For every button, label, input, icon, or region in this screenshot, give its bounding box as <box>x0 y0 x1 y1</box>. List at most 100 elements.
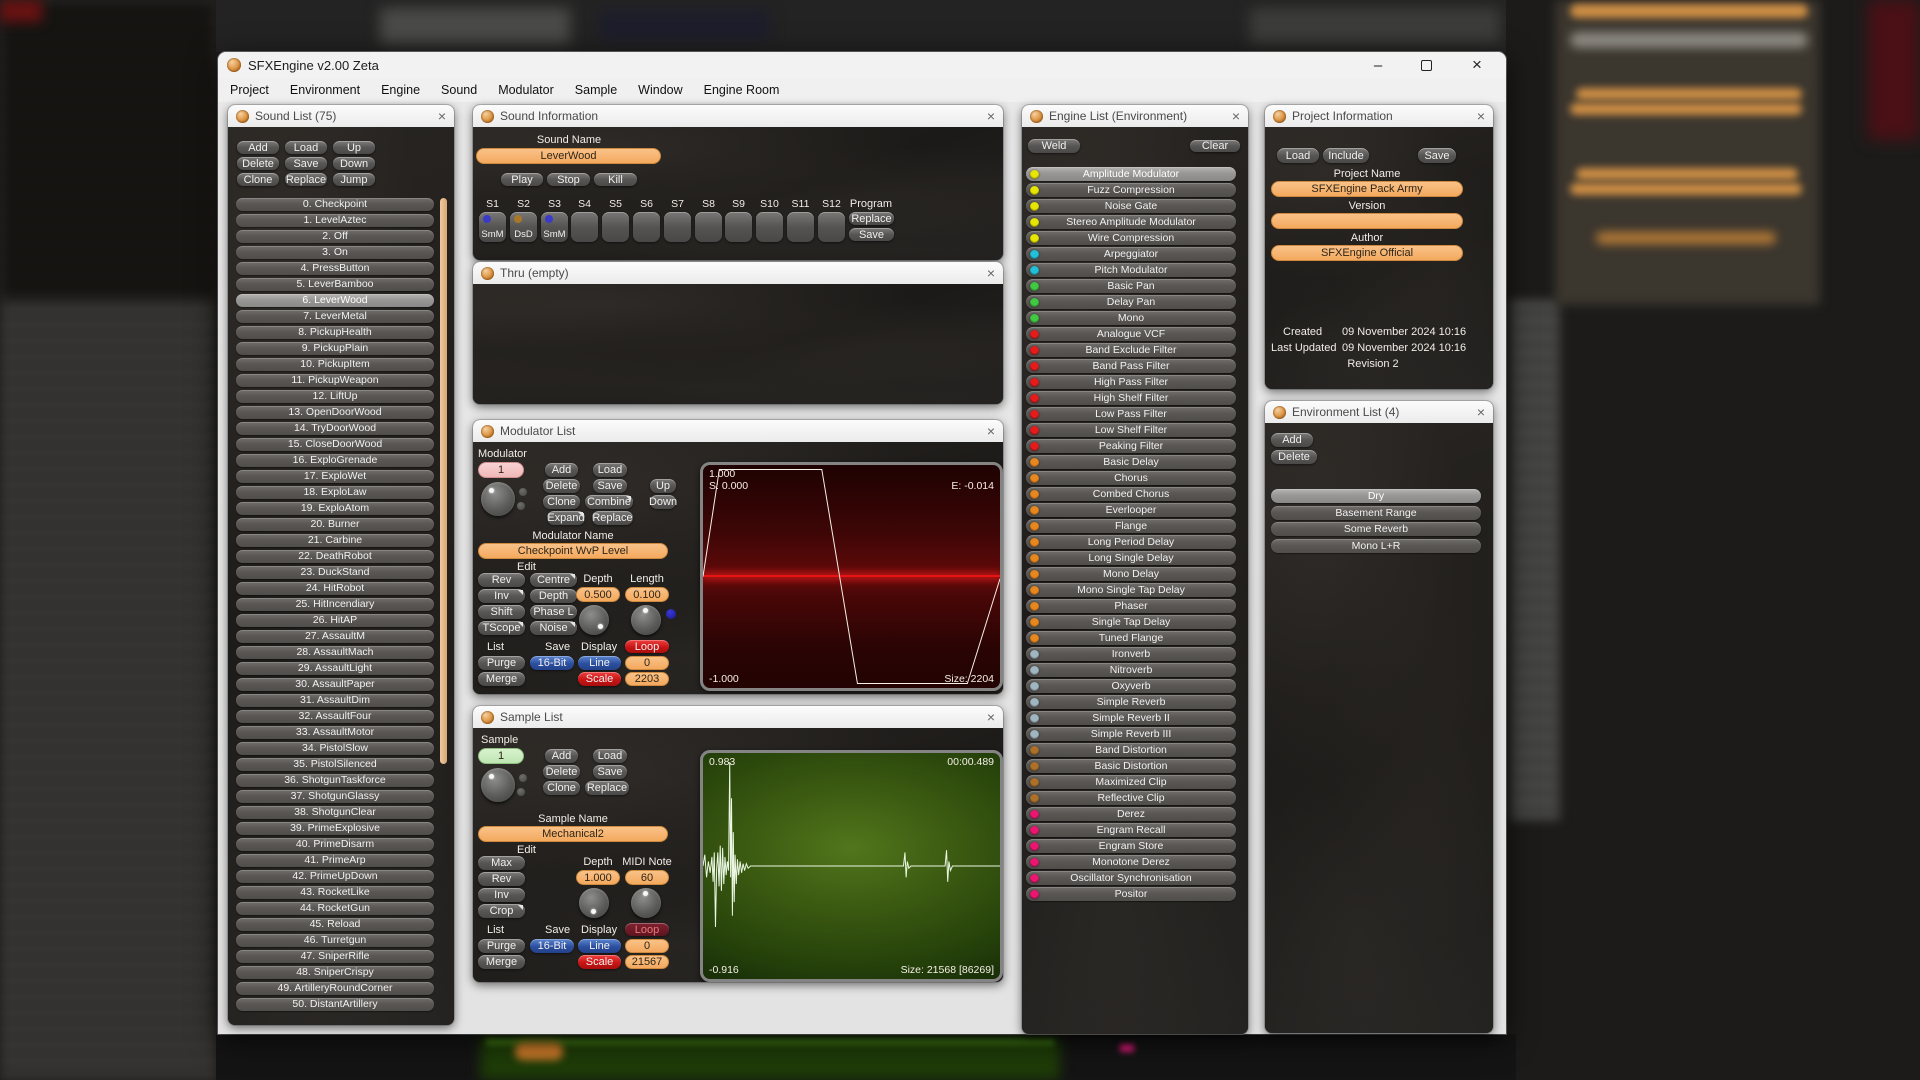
modulator-header[interactable]: Modulator List × <box>473 420 1003 442</box>
engine-item[interactable]: Simple Reverb <box>1026 695 1236 709</box>
sound-item[interactable]: 22. DeathRobot <box>236 550 434 563</box>
engine-item[interactable]: Monotone Derez <box>1026 855 1236 869</box>
sound-item[interactable]: 15. CloseDoorWood <box>236 438 434 451</box>
close-icon[interactable]: × <box>987 710 995 724</box>
sound-item[interactable]: 20. Burner <box>236 518 434 531</box>
sound-item[interactable]: 37. ShotgunGlassy <box>236 790 434 803</box>
environment-item[interactable]: Dry <box>1271 489 1481 503</box>
modulator-clone-button[interactable]: Clone <box>543 495 580 509</box>
program-slot-s4[interactable] <box>571 212 598 242</box>
sound-info-header[interactable]: Sound Information × <box>473 105 1003 127</box>
program-slot-s10[interactable] <box>756 212 783 242</box>
engine-item[interactable]: Simple Reverb II <box>1026 711 1236 725</box>
engine-item[interactable]: Amplitude Modulator <box>1026 167 1236 181</box>
menu-modulator[interactable]: Modulator <box>498 83 554 97</box>
mod-depth-field[interactable]: 0.500 <box>576 587 620 602</box>
engine-item[interactable]: Single Tap Delay <box>1026 615 1236 629</box>
program-slot-s12[interactable] <box>818 212 845 242</box>
modulator-select-knob[interactable] <box>481 482 515 516</box>
engine-item[interactable]: Low Shelf Filter <box>1026 423 1236 437</box>
engine-item[interactable]: Basic Delay <box>1026 455 1236 469</box>
sound-item[interactable]: 2. Off <box>236 230 434 243</box>
engine-item[interactable]: Basic Distortion <box>1026 759 1236 773</box>
sound-item[interactable]: 35. PistolSilenced <box>236 758 434 771</box>
sound-item[interactable]: 39. PrimeExplosive <box>236 822 434 835</box>
close-icon[interactable]: × <box>438 109 446 123</box>
engine-item[interactable]: Long Single Delay <box>1026 551 1236 565</box>
sample-depth-field[interactable]: 1.000 <box>576 870 620 885</box>
sound-item[interactable]: 26. HitAP <box>236 614 434 627</box>
sound-item[interactable]: 34. PistolSlow <box>236 742 434 755</box>
menu-window[interactable]: Window <box>638 83 682 97</box>
sound-item[interactable]: 41. PrimeArp <box>236 854 434 867</box>
inv-button[interactable]: Inv <box>478 589 525 603</box>
mod-16bit-button[interactable]: 16-Bit <box>530 656 574 670</box>
modulator-combine-button[interactable]: Combine <box>585 495 633 509</box>
sound-item[interactable]: 4. PressButton <box>236 262 434 275</box>
sound-item[interactable]: 21. Carbine <box>236 534 434 547</box>
sound-item[interactable]: 3. On <box>236 246 434 259</box>
environment-item[interactable]: Mono L+R <box>1271 538 1481 553</box>
engine-item[interactable]: Stereo Amplitude Modulator <box>1026 215 1236 229</box>
close-icon[interactable]: × <box>1232 109 1240 123</box>
engine-item[interactable]: Analogue VCF <box>1026 327 1236 341</box>
menu-sample[interactable]: Sample <box>575 83 617 97</box>
project-save-button[interactable]: Save <box>1418 148 1456 163</box>
environment-delete-button[interactable]: Delete <box>1271 450 1317 464</box>
engine-item[interactable]: High Shelf Filter <box>1026 391 1236 405</box>
engine-item[interactable]: Maximized Clip <box>1026 775 1236 789</box>
sound-name-field[interactable]: LeverWood <box>476 148 661 164</box>
engine-item[interactable]: Derez <box>1026 807 1236 821</box>
project-load-button[interactable]: Load <box>1277 148 1319 163</box>
sample-scale-button[interactable]: Scale <box>578 955 621 969</box>
program-slot-s5[interactable] <box>602 212 629 242</box>
sound-clone-button[interactable]: Clone <box>237 173 279 186</box>
mod-length-field[interactable]: 0.100 <box>625 587 669 602</box>
sound-list-header[interactable]: Sound List (75) × <box>228 105 454 127</box>
sample-purge-button[interactable]: Purge <box>478 939 525 953</box>
engine-item[interactable]: Wire Compression <box>1026 231 1236 245</box>
sound-item[interactable]: 29. AssaultLight <box>236 662 434 675</box>
rev-button[interactable]: Rev <box>478 573 525 587</box>
mod-depth-knob[interactable] <box>579 605 609 635</box>
sound-item[interactable]: 18. ExploLaw <box>236 486 434 499</box>
sound-item[interactable]: 43. RocketLike <box>236 886 434 899</box>
engine-item[interactable]: Pitch Modulator <box>1026 263 1236 277</box>
modulator-down-button[interactable]: Down <box>649 495 677 509</box>
noise-button[interactable]: Noise <box>530 621 577 635</box>
midi-note-knob[interactable] <box>631 888 661 918</box>
sound-item[interactable]: 10. PickupItem <box>236 358 434 371</box>
version-field[interactable] <box>1271 213 1463 229</box>
title-bar[interactable]: SFXEngine v2.00 Zeta – × <box>218 52 1506 78</box>
sound-item[interactable]: 25. HitIncendiary <box>236 598 434 611</box>
close-icon[interactable]: × <box>987 109 995 123</box>
menu-engine[interactable]: Engine <box>381 83 420 97</box>
mod-loop-button[interactable]: Loop <box>625 640 669 653</box>
depth-button[interactable]: Depth <box>530 589 577 603</box>
program-slot-s6[interactable] <box>633 212 660 242</box>
sample-save-button[interactable]: Save <box>593 765 627 779</box>
sound-item[interactable]: 33. AssaultMotor <box>236 726 434 739</box>
program-save-button[interactable]: Save <box>849 228 894 241</box>
sound-save-button[interactable]: Save <box>285 157 327 170</box>
sound-item[interactable]: 7. LeverMetal <box>236 310 434 323</box>
modulator-name-field[interactable]: Checkpoint WvP Level <box>478 543 668 559</box>
engine-item[interactable]: Basic Pan <box>1026 279 1236 293</box>
crop-button[interactable]: Crop <box>478 904 525 918</box>
maximize-button[interactable] <box>1404 52 1448 78</box>
sound-item[interactable]: 17. ExploWet <box>236 470 434 483</box>
sound-item[interactable]: 11. PickupWeapon <box>236 374 434 387</box>
sample-pos-field[interactable]: 0 <box>625 939 669 953</box>
sound-item[interactable]: 30. AssaultPaper <box>236 678 434 691</box>
sound-load-button[interactable]: Load <box>285 141 327 154</box>
mod-line-button[interactable]: Line <box>578 656 621 670</box>
engine-item[interactable]: Arpeggiator <box>1026 247 1236 261</box>
close-icon[interactable]: × <box>1477 405 1485 419</box>
modulator-add-button[interactable]: Add <box>545 463 578 477</box>
sound-item[interactable]: 40. PrimeDisarm <box>236 838 434 851</box>
program-slot-s3[interactable]: SmM <box>541 212 568 242</box>
kill-button[interactable]: Kill <box>594 173 637 186</box>
engine-item[interactable]: Delay Pan <box>1026 295 1236 309</box>
engine-item[interactable]: Noise Gate <box>1026 199 1236 213</box>
sound-item[interactable]: 16. ExploGrenade <box>236 454 434 467</box>
